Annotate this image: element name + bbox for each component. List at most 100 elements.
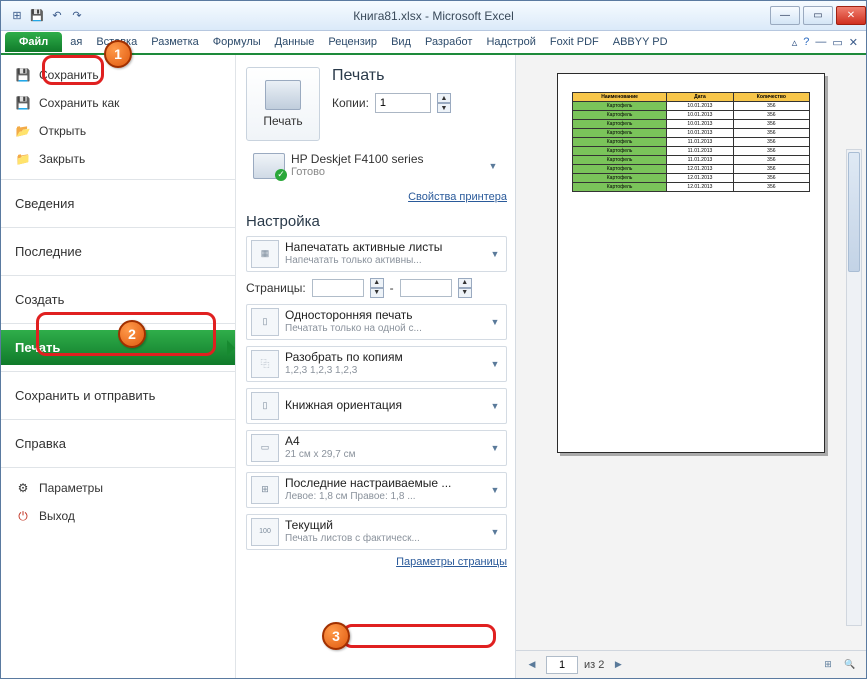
menu-help[interactable]: Справка [1, 426, 235, 461]
tab-foxit[interactable]: Foxit PDF [544, 33, 605, 51]
onesided-icon: ▯ [251, 308, 279, 336]
print-button-label: Печать [263, 114, 302, 128]
tab-review[interactable]: Рецензир [322, 33, 383, 51]
pages-dash: - [390, 281, 394, 295]
menu-info[interactable]: Сведения [1, 186, 235, 221]
prev-page-button[interactable]: ◀ [524, 657, 540, 673]
folder-close-icon: 📁 [15, 151, 31, 167]
pages-label: Страницы: [246, 281, 306, 295]
page-setup-link[interactable]: Параметры страницы [246, 556, 507, 568]
pages-from-down[interactable]: ▼ [370, 288, 384, 298]
printer-status: Готово [291, 166, 480, 179]
saveas-icon: 💾 [15, 95, 31, 111]
qat-undo-icon[interactable]: ↶ [49, 8, 65, 24]
workbook-close-icon[interactable]: ✕ [849, 36, 858, 49]
printer-selector[interactable]: HP Deskjet F4100 series Готово ▼ [246, 147, 507, 185]
menu-exit[interactable]: ⏻Выход [1, 502, 235, 530]
a4-icon: ▭ [251, 434, 279, 462]
pages-from-up[interactable]: ▲ [370, 278, 384, 288]
chevron-down-icon: ▼ [488, 399, 502, 413]
chevron-down-icon: ▼ [488, 247, 502, 261]
tab-abbyy[interactable]: ABBYY PD [607, 33, 674, 51]
preview-scrollbar[interactable] [846, 149, 862, 626]
backstage-menu: 💾Сохранить 💾Сохранить как 📂Открыть 📁Закр… [1, 55, 236, 678]
pages-to-down[interactable]: ▼ [458, 288, 472, 298]
menu-options[interactable]: ⚙Параметры [1, 474, 235, 502]
page-number-input[interactable] [546, 656, 578, 674]
zoom-page-button[interactable]: 🔍 [842, 657, 858, 673]
chevron-down-icon: ▼ [486, 159, 500, 173]
printer-icon [265, 80, 301, 110]
pages-to-input[interactable] [400, 279, 452, 297]
minimize-button[interactable]: — [770, 6, 800, 25]
sheets-icon: ▦ [251, 240, 279, 268]
setting-scaling[interactable]: 100 ТекущийПечать листов с фактическ... … [246, 514, 507, 550]
chevron-down-icon: ▼ [488, 357, 502, 371]
print-heading: Печать [332, 67, 451, 85]
tab-addins[interactable]: Надстрой [480, 33, 541, 51]
page-of-label: из 2 [584, 659, 604, 671]
preview-page: НаименованиеДатаКоличество Картофель10.0… [557, 73, 825, 453]
copies-spin-down[interactable]: ▼ [437, 103, 451, 113]
copies-label: Копии: [332, 96, 369, 110]
options-icon: ⚙ [15, 480, 31, 496]
setting-sides[interactable]: ▯ Односторонняя печатьПечатать только на… [246, 304, 507, 340]
qat-save-icon[interactable]: 💾 [29, 8, 45, 24]
setting-collate[interactable]: ⿻ Разобрать по копиям1,2,3 1,2,3 1,2,3 ▼ [246, 346, 507, 382]
printer-device-icon [253, 153, 285, 179]
window-title: Книга81.xlsx - Microsoft Excel [353, 9, 513, 23]
print-preview-pane: НаименованиеДатаКоличество Картофель10.0… [516, 55, 866, 678]
callout-badge-1: 1 [104, 40, 132, 68]
menu-recent[interactable]: Последние [1, 234, 235, 269]
preview-area[interactable]: НаименованиеДатаКоличество Картофель10.0… [516, 55, 866, 650]
save-icon: 💾 [15, 67, 31, 83]
menu-send[interactable]: Сохранить и отправить [1, 378, 235, 413]
tab-formulas[interactable]: Формулы [207, 33, 267, 51]
pages-from-input[interactable] [312, 279, 364, 297]
setting-print-what[interactable]: ▦ Напечатать активные листыНапечатать то… [246, 236, 507, 272]
setting-margins[interactable]: ⊞ Последние настраиваемые ...Левое: 1,8 … [246, 472, 507, 508]
workbook-minimize-icon[interactable]: — [815, 36, 826, 49]
chevron-down-icon: ▼ [488, 525, 502, 539]
show-margins-button[interactable]: ⊞ [820, 657, 836, 673]
maximize-button[interactable]: ▭ [803, 6, 833, 25]
chevron-down-icon: ▼ [488, 483, 502, 497]
tab-view[interactable]: Вид [385, 33, 417, 51]
preview-table: НаименованиеДатаКоличество Картофель10.0… [572, 92, 810, 192]
qat-redo-icon[interactable]: ↷ [69, 8, 85, 24]
pages-range: Страницы: ▲▼ - ▲▼ [246, 278, 507, 298]
exit-icon: ⏻ [15, 508, 31, 524]
titlebar: ⊞ 💾 ↶ ↷ Книга81.xlsx - Microsoft Excel —… [1, 1, 866, 31]
menu-open[interactable]: 📂Открыть [1, 117, 235, 145]
excel-icon: ⊞ [9, 8, 25, 24]
setting-papersize[interactable]: ▭ A421 см x 29,7 см ▼ [246, 430, 507, 466]
folder-open-icon: 📂 [15, 123, 31, 139]
callout-badge-2: 2 [118, 320, 146, 348]
tab-file[interactable]: Файл [5, 32, 62, 52]
margins-icon: ⊞ [251, 476, 279, 504]
tab-pagelayout[interactable]: Разметка [145, 33, 205, 51]
copies-input[interactable] [375, 93, 431, 113]
preview-footer: ◀ из 2 ▶ ⊞ 🔍 [516, 650, 866, 678]
scaling-icon: 100 [251, 518, 279, 546]
chevron-down-icon: ▼ [488, 315, 502, 329]
close-button[interactable]: ✕ [836, 6, 866, 25]
chevron-down-icon: ▼ [488, 441, 502, 455]
tab-home[interactable]: ая [64, 33, 88, 51]
portrait-icon: ▯ [251, 392, 279, 420]
workbook-restore-icon[interactable]: ▭ [832, 36, 842, 49]
setting-orientation[interactable]: ▯ Книжная ориентация ▼ [246, 388, 507, 424]
collate-icon: ⿻ [251, 350, 279, 378]
menu-saveas[interactable]: 💾Сохранить как [1, 89, 235, 117]
printer-properties-link[interactable]: Свойства принтера [246, 191, 507, 203]
menu-close[interactable]: 📁Закрыть [1, 145, 235, 173]
menu-new[interactable]: Создать [1, 282, 235, 317]
help-icon[interactable]: ? [803, 36, 809, 49]
tab-data[interactable]: Данные [269, 33, 321, 51]
pages-to-up[interactable]: ▲ [458, 278, 472, 288]
next-page-button[interactable]: ▶ [610, 657, 626, 673]
ribbon-minimize-icon[interactable]: ▵ [792, 36, 798, 49]
print-button[interactable]: Печать [246, 67, 320, 141]
copies-spin-up[interactable]: ▲ [437, 93, 451, 103]
tab-developer[interactable]: Разработ [419, 33, 478, 51]
